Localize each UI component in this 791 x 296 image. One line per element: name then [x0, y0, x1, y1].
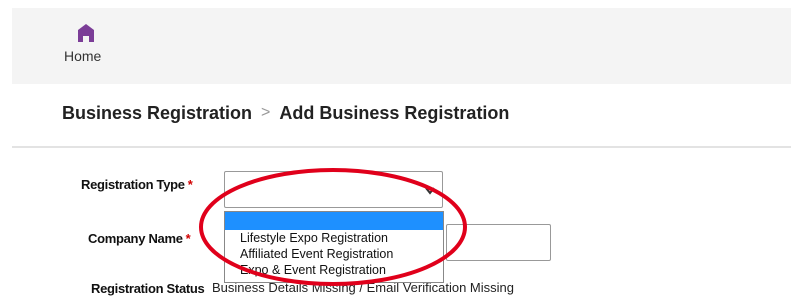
header-divider [12, 146, 791, 148]
home-icon [78, 24, 94, 42]
registration-type-label: Registration Type * [81, 177, 193, 192]
registration-type-dropdown: Lifestyle Expo Registration Affiliated E… [224, 211, 444, 283]
required-marker: * [185, 231, 191, 246]
chevron-down-icon [425, 187, 435, 195]
breadcrumb-parent[interactable]: Business Registration [62, 103, 252, 123]
company-name-input[interactable] [446, 224, 551, 261]
dropdown-option-expo-event[interactable]: Expo & Event Registration [225, 262, 443, 278]
breadcrumb: Business Registration > Add Business Regis… [62, 102, 509, 126]
breadcrumb-current: Add Business Registration [279, 102, 510, 123]
required-marker: * [187, 177, 193, 192]
registration-type-select[interactable] [224, 171, 443, 208]
dropdown-option-blank[interactable] [225, 212, 443, 230]
company-name-label: Company Name * [88, 231, 191, 246]
registration-status-label: Registration Status [91, 281, 205, 296]
home-button[interactable]: Home [64, 24, 110, 76]
breadcrumb-separator: > [261, 104, 271, 122]
dropdown-option-lifestyle-expo[interactable]: Lifestyle Expo Registration [225, 230, 443, 246]
home-label: Home [64, 48, 102, 64]
top-nav-bar: Home [12, 8, 791, 84]
dropdown-option-affiliated-event[interactable]: Affiliated Event Registration [225, 246, 443, 262]
